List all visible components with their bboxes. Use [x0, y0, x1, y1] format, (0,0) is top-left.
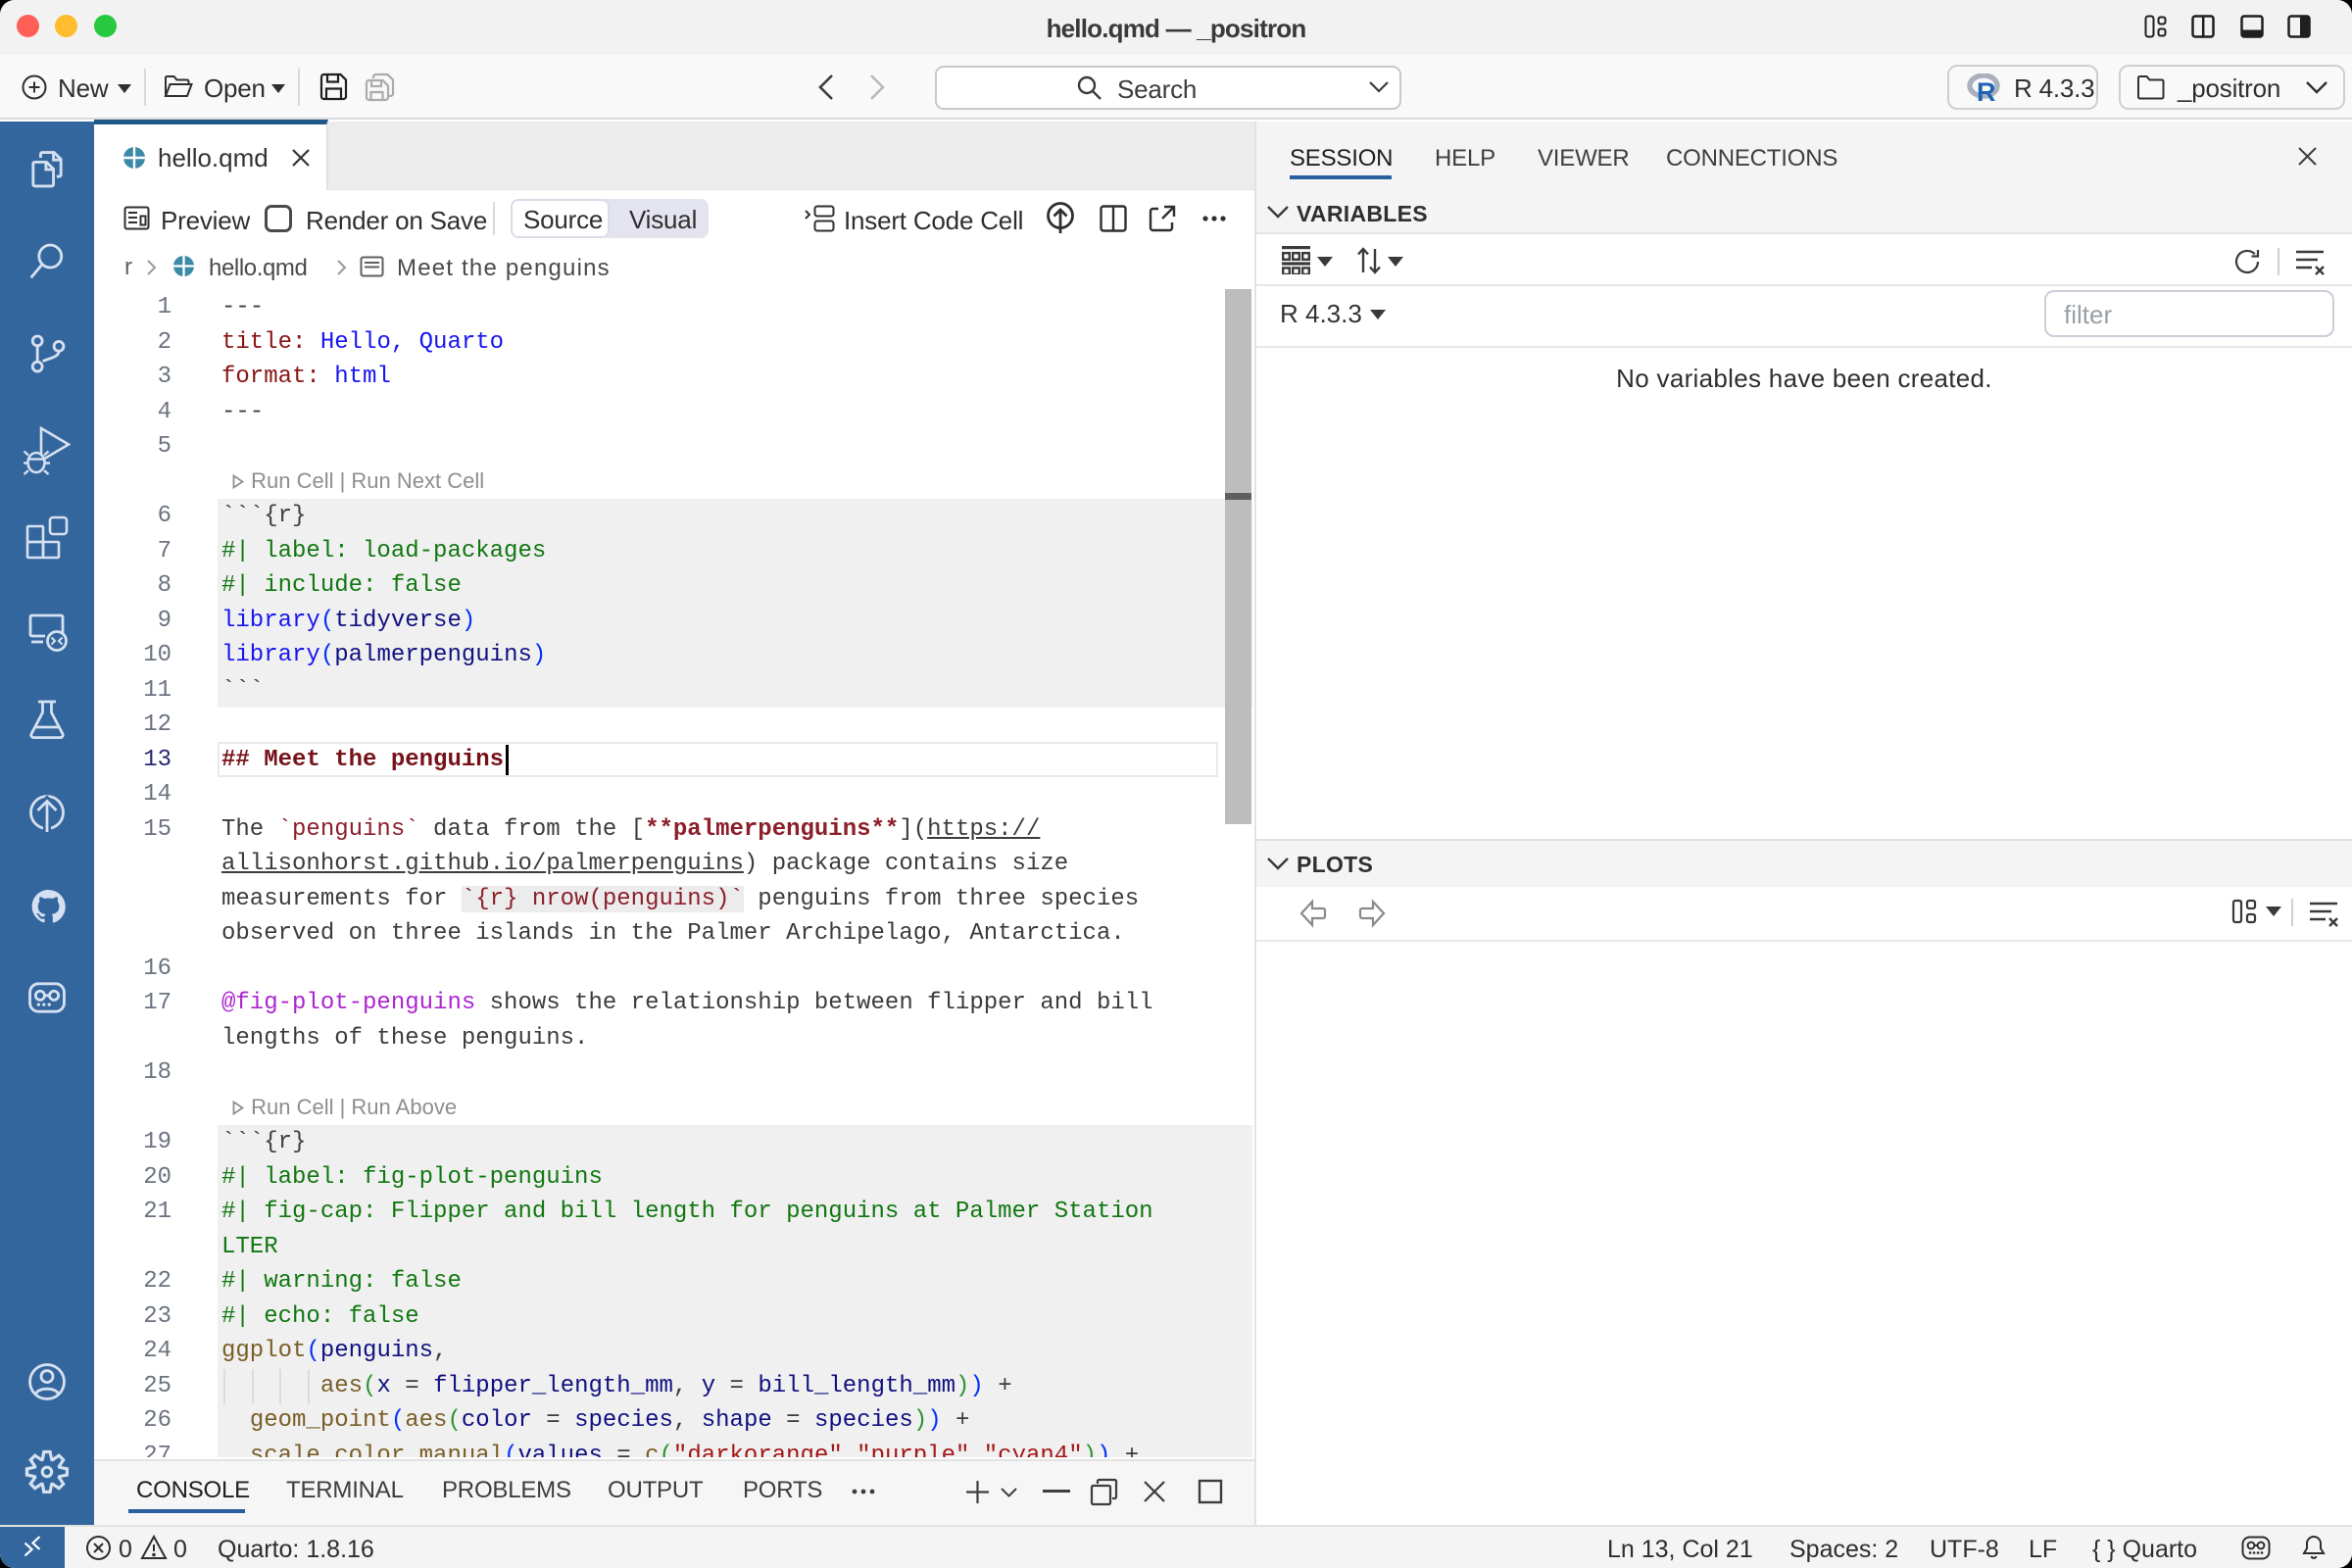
svg-text:R: R — [1977, 77, 1996, 103]
